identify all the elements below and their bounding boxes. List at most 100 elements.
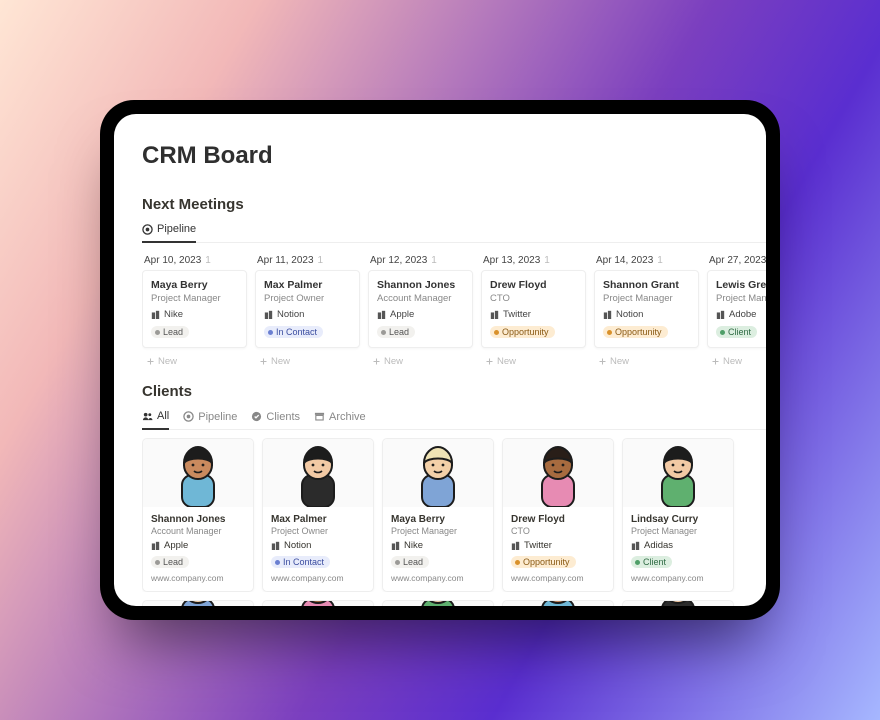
client-card[interactable] — [262, 600, 374, 606]
client-name: Drew Floyd — [511, 514, 605, 525]
client-avatar — [623, 601, 733, 606]
column-date: Apr 10, 2023 1 — [142, 251, 247, 270]
card-role: Project Manager — [151, 293, 238, 304]
add-new-card[interactable]: New — [142, 354, 247, 369]
card-role: Project Manager — [716, 293, 766, 304]
client-company: Nike — [391, 540, 485, 551]
status-tag: Lead — [151, 326, 189, 338]
card-company: Adobe — [716, 309, 766, 320]
meeting-card[interactable]: Maya Berry Project Manager Nike Lead — [142, 270, 247, 348]
client-avatar — [383, 601, 493, 606]
client-role: Account Manager — [151, 526, 245, 536]
client-card[interactable] — [142, 600, 254, 606]
add-new-card[interactable]: New — [481, 354, 586, 369]
client-card[interactable]: Maya Berry Project Manager Nike Lead www… — [382, 438, 494, 592]
client-url: www.company.com — [271, 573, 365, 583]
building-icon — [151, 541, 160, 550]
card-name: Max Palmer — [264, 279, 351, 291]
status-tag: Client — [716, 326, 757, 338]
column-date: Apr 13, 2023 1 — [481, 251, 586, 270]
tab-label: Archive — [329, 411, 366, 423]
tab-label: All — [157, 410, 169, 422]
meetings-tabs: Pipeline — [142, 219, 766, 243]
client-role: Project Owner — [271, 526, 365, 536]
client-role: Project Manager — [391, 526, 485, 536]
client-company: Apple — [151, 540, 245, 551]
page-title: CRM Board — [142, 142, 766, 170]
tab-clients[interactable]: Clients — [251, 407, 300, 429]
building-icon — [631, 541, 640, 550]
building-icon — [603, 310, 612, 319]
meeting-card[interactable]: Lewis Green Project Manager Adobe Client — [707, 270, 766, 348]
tab-archive[interactable]: Archive — [314, 407, 366, 429]
client-avatar — [143, 601, 253, 606]
target-icon — [142, 224, 153, 235]
status-tag: Lead — [391, 556, 429, 568]
status-tag: Opportunity — [603, 326, 668, 338]
card-role: CTO — [490, 293, 577, 304]
status-tag: Client — [631, 556, 672, 568]
building-icon — [377, 310, 386, 319]
tab-pipeline[interactable]: Pipeline — [183, 407, 237, 429]
column-date: Apr 12, 2023 1 — [368, 251, 473, 270]
card-role: Project Owner — [264, 293, 351, 304]
client-card[interactable]: Drew Floyd CTO Twitter Opportunity www.c… — [502, 438, 614, 592]
add-new-card[interactable]: New — [707, 354, 766, 369]
client-card[interactable] — [622, 600, 734, 606]
meeting-card[interactable]: Drew Floyd CTO Twitter Opportunity — [481, 270, 586, 348]
plus-icon — [259, 357, 268, 366]
tab-label: Pipeline — [198, 411, 237, 423]
add-new-card[interactable]: New — [368, 354, 473, 369]
client-card[interactable] — [382, 600, 494, 606]
card-company: Notion — [603, 309, 690, 320]
card-name: Maya Berry — [151, 279, 238, 291]
card-company: Nike — [151, 309, 238, 320]
card-name: Lewis Green — [716, 279, 766, 291]
board-column: Apr 12, 2023 1 Shannon Jones Account Man… — [368, 251, 473, 369]
column-date: Apr 11, 2023 1 — [255, 251, 360, 270]
column-date: Apr 27, 2023 1 — [707, 251, 766, 270]
client-name: Maya Berry — [391, 514, 485, 525]
building-icon — [264, 310, 273, 319]
board-column: Apr 11, 2023 1 Max Palmer Project Owner … — [255, 251, 360, 369]
client-name: Shannon Jones — [151, 514, 245, 525]
board-column: Apr 13, 2023 1 Drew Floyd CTO Twitter Op… — [481, 251, 586, 369]
plus-icon — [146, 357, 155, 366]
client-role: Project Manager — [631, 526, 725, 536]
status-tag: Lead — [151, 556, 189, 568]
card-name: Shannon Jones — [377, 279, 464, 291]
target-icon — [183, 411, 194, 422]
clients-tabs: All Pipeline Clients Archive — [142, 406, 766, 430]
client-card[interactable] — [502, 600, 614, 606]
meeting-card[interactable]: Shannon Jones Account Manager Apple Lead — [368, 270, 473, 348]
client-card[interactable]: Max Palmer Project Owner Notion In Conta… — [262, 438, 374, 592]
app-screen: CRM Board Next Meetings Pipeline Apr 10,… — [114, 114, 766, 606]
client-name: Lindsay Curry — [631, 514, 725, 525]
add-new-card[interactable]: New — [594, 354, 699, 369]
client-card[interactable]: Lindsay Curry Project Manager Adidas Cli… — [622, 438, 734, 592]
card-company: Notion — [264, 309, 351, 320]
client-company: Twitter — [511, 540, 605, 551]
client-card[interactable]: Shannon Jones Account Manager Apple Lead… — [142, 438, 254, 592]
building-icon — [716, 310, 725, 319]
tab-pipeline[interactable]: Pipeline — [142, 219, 196, 243]
meeting-card[interactable]: Shannon Grant Project Manager Notion Opp… — [594, 270, 699, 348]
client-avatar — [503, 601, 613, 606]
plus-icon — [598, 357, 607, 366]
card-name: Shannon Grant — [603, 279, 690, 291]
meeting-card[interactable]: Max Palmer Project Owner Notion In Conta… — [255, 270, 360, 348]
add-new-card[interactable]: New — [255, 354, 360, 369]
client-avatar — [263, 601, 373, 606]
tab-all[interactable]: All — [142, 406, 169, 430]
card-company: Apple — [377, 309, 464, 320]
board-column: Apr 27, 2023 1 Lewis Green Project Manag… — [707, 251, 766, 369]
meetings-section-title: Next Meetings — [142, 196, 766, 213]
clients-section-title: Clients — [142, 383, 766, 400]
plus-icon — [485, 357, 494, 366]
board-column: Apr 14, 2023 1 Shannon Grant Project Man… — [594, 251, 699, 369]
tab-label: Clients — [266, 411, 300, 423]
plus-icon — [711, 357, 720, 366]
status-tag: Lead — [377, 326, 415, 338]
check-icon — [251, 411, 262, 422]
client-name: Max Palmer — [271, 514, 365, 525]
